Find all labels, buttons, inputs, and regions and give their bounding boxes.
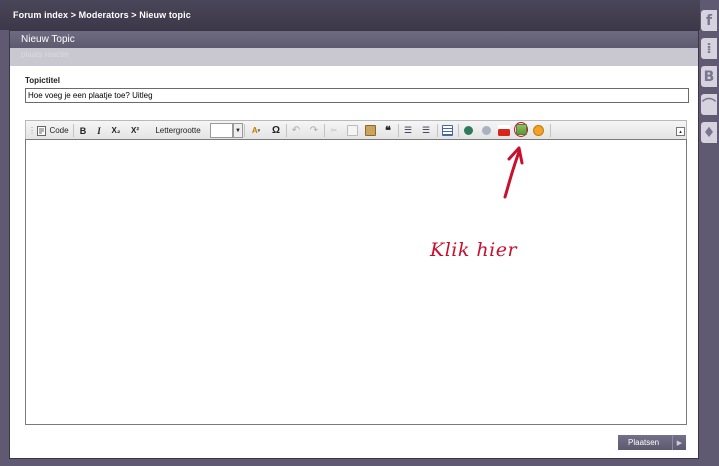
unlink-icon[interactable] <box>480 124 492 137</box>
table-icon[interactable] <box>441 124 453 137</box>
undo-icon[interactable]: ↶ <box>290 124 302 137</box>
toolbar-separator <box>286 124 287 137</box>
ordered-list-icon[interactable]: ☰ <box>402 124 414 137</box>
breadcrumb[interactable]: Forum index > Moderators > Nieuw topic <box>13 10 191 20</box>
code-button[interactable]: Code <box>48 124 70 137</box>
toolbar-separator <box>73 124 74 137</box>
collapse-toolbar-icon[interactable]: ▴ <box>676 127 685 136</box>
bold-button[interactable]: B <box>77 124 89 137</box>
toolbar-separator <box>324 124 325 137</box>
paste-icon[interactable] <box>364 124 376 137</box>
unordered-list-icon[interactable]: ☰ <box>420 124 432 137</box>
redo-icon[interactable]: ↷ <box>308 124 320 137</box>
code-icon[interactable] <box>36 124 46 137</box>
panel-header: Nieuw Topic <box>10 31 698 48</box>
submit-label: Plaatsen <box>628 438 660 447</box>
arrow-right-icon: ▶ <box>672 435 686 450</box>
special-char-button[interactable]: Ω <box>270 124 282 137</box>
insert-image-icon[interactable] <box>514 122 528 137</box>
text-color-icon[interactable]: A ▾ <box>247 124 265 137</box>
toolbar-separator <box>437 124 438 137</box>
panel-subtitle: plaats reactie <box>21 50 69 59</box>
link-icon[interactable] <box>462 124 474 137</box>
cut-icon[interactable]: ✂ <box>328 124 340 137</box>
toolbar-grip-icon: ⋮ <box>28 126 36 135</box>
superscript-button[interactable]: X² <box>127 124 143 137</box>
message-editor[interactable] <box>25 139 687 425</box>
rss-icon[interactable]: ⌒ <box>701 94 717 115</box>
panel-subheader: plaats reactie <box>10 48 698 66</box>
topic-title-label: Topictitel <box>25 76 60 85</box>
subscript-button[interactable]: X₂ <box>108 124 124 137</box>
top-bar: Forum index > Moderators > Nieuw topic <box>0 0 700 30</box>
editor-toolbar: ⋮ Code B I X₂ X² Lettergrootte ▼ A ▾ Ω ↶ … <box>25 120 687 140</box>
font-size-label: Lettergrootte <box>155 126 201 135</box>
social-icon-2[interactable]: ⁞ <box>701 38 717 59</box>
italic-button[interactable]: I <box>93 124 105 137</box>
annotation-text: Klik hier <box>430 239 518 261</box>
social-icon-5[interactable]: ♦ <box>701 122 717 143</box>
toolbar-separator <box>244 124 245 137</box>
facebook-icon[interactable]: f <box>701 10 717 31</box>
youtube-icon[interactable] <box>498 124 510 137</box>
toolbar-separator <box>458 124 459 137</box>
toolbar-separator <box>398 124 399 137</box>
topic-title-input[interactable] <box>25 88 689 103</box>
chevron-down-icon[interactable]: ▼ <box>233 123 243 138</box>
panel-title: Nieuw Topic <box>21 34 75 45</box>
new-topic-panel: Nieuw Topic plaats reactie Topictitel ⋮ … <box>9 30 699 459</box>
toolbar-separator <box>550 124 551 137</box>
smiley-icon[interactable] <box>532 124 544 137</box>
copy-icon[interactable] <box>346 124 358 137</box>
font-size-select[interactable] <box>210 123 233 138</box>
quote-button[interactable]: ❝ <box>382 124 394 137</box>
social-icon-3[interactable]: B <box>701 66 717 87</box>
submit-button[interactable]: Plaatsen ▶ <box>618 435 686 450</box>
